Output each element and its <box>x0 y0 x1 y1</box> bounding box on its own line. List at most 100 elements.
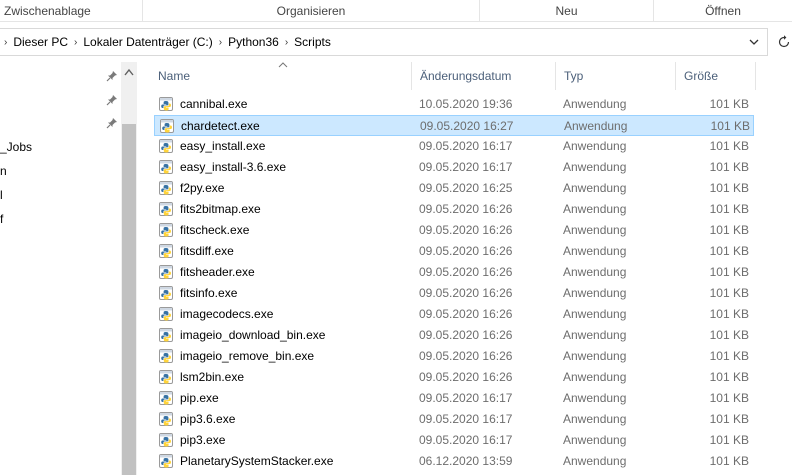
file-size: 101 KB <box>710 119 750 133</box>
column-header-type[interactable]: Typ <box>556 62 676 90</box>
breadcrumb-scripts[interactable]: Scripts <box>294 35 331 49</box>
file-name: easy_install.exe <box>180 139 266 153</box>
file-type: Anwendung <box>563 223 627 237</box>
refresh-icon[interactable] <box>776 34 792 50</box>
file-type: Anwendung <box>563 391 627 405</box>
python-exe-icon <box>159 244 173 258</box>
file-date: 09.05.2020 16:26 <box>419 370 513 384</box>
file-name: pip.exe <box>180 391 219 405</box>
file-row[interactable]: cannibal.exe 10.05.2020 19:36 Anwendung … <box>154 94 754 115</box>
file-name: fitsinfo.exe <box>180 286 238 300</box>
file-row[interactable]: imageio_download_bin.exe 09.05.2020 16:2… <box>154 325 754 346</box>
file-date: 09.05.2020 16:27 <box>420 119 514 133</box>
ribbon-group-new: Neu <box>480 0 654 22</box>
file-row[interactable]: chardetect.exe 09.05.2020 16:27 Anwendun… <box>154 115 754 136</box>
python-exe-icon <box>159 160 173 174</box>
file-row[interactable]: f2py.exe 09.05.2020 16:25 Anwendung 101 … <box>154 178 754 199</box>
file-size: 101 KB <box>709 391 749 405</box>
file-date: 09.05.2020 16:17 <box>419 412 513 426</box>
file-size: 101 KB <box>709 454 749 468</box>
file-row[interactable]: fitsinfo.exe 09.05.2020 16:26 Anwendung … <box>154 283 754 304</box>
file-type: Anwendung <box>563 454 627 468</box>
file-date: 09.05.2020 16:26 <box>419 328 513 342</box>
file-size: 101 KB <box>709 181 749 195</box>
file-type: Anwendung <box>563 181 627 195</box>
file-type: Anwendung <box>563 265 627 279</box>
file-row[interactable]: pip3.exe 09.05.2020 16:17 Anwendung 101 … <box>154 430 754 451</box>
file-size: 101 KB <box>709 265 749 279</box>
file-name: imageio_remove_bin.exe <box>180 349 315 363</box>
file-row[interactable]: fitscheck.exe 09.05.2020 16:26 Anwendung… <box>154 220 754 241</box>
python-exe-icon <box>159 265 173 279</box>
column-header-size[interactable]: Größe <box>676 62 756 90</box>
python-exe-icon <box>160 119 174 133</box>
file-date: 09.05.2020 16:26 <box>419 244 513 258</box>
ribbon-group-organize: Organisieren <box>143 0 480 22</box>
breadcrumb-local-disk[interactable]: Lokaler Datenträger (C:) <box>83 35 212 49</box>
python-exe-icon <box>159 202 173 216</box>
file-date: 09.05.2020 16:26 <box>419 286 513 300</box>
file-type: Anwendung <box>563 160 627 174</box>
breadcrumb-python36[interactable]: Python36 <box>228 35 279 49</box>
scroll-up-arrow-icon[interactable] <box>124 68 134 76</box>
python-exe-icon <box>159 391 173 405</box>
file-row[interactable]: easy_install-3.6.exe 09.05.2020 16:17 An… <box>154 157 754 178</box>
file-row[interactable]: pip3.6.exe 09.05.2020 16:17 Anwendung 10… <box>154 409 754 430</box>
pin-icon[interactable] <box>106 117 118 129</box>
chevron-down-icon[interactable] <box>747 35 761 49</box>
python-exe-icon <box>159 139 173 153</box>
file-date: 09.05.2020 16:17 <box>419 391 513 405</box>
file-name: imageio_download_bin.exe <box>180 328 326 342</box>
file-type: Anwendung <box>563 286 627 300</box>
python-exe-icon <box>159 286 173 300</box>
column-header-row: Name Änderungsdatum Typ Größe <box>150 62 792 90</box>
file-row[interactable]: fitsheader.exe 09.05.2020 16:26 Anwendun… <box>154 262 754 283</box>
address-bar[interactable]: › Dieser PC › Lokaler Datenträger (C:) ›… <box>0 28 768 56</box>
file-name: cannibal.exe <box>180 97 248 111</box>
file-type: Anwendung <box>563 244 627 258</box>
nav-item-l[interactable]: l <box>0 188 3 202</box>
file-name: fits2bitmap.exe <box>180 202 261 216</box>
file-name: fitsheader.exe <box>180 265 255 279</box>
breadcrumb-this-pc[interactable]: Dieser PC <box>13 35 68 49</box>
file-name: imagecodecs.exe <box>180 307 274 321</box>
file-type: Anwendung <box>563 412 627 426</box>
file-date: 09.05.2020 16:26 <box>419 349 513 363</box>
chevron-right-icon[interactable]: › <box>285 37 288 48</box>
column-header-date[interactable]: Änderungsdatum <box>412 62 556 90</box>
file-row[interactable]: imagecodecs.exe 09.05.2020 16:26 Anwendu… <box>154 304 754 325</box>
column-header-name[interactable]: Name <box>150 62 412 90</box>
file-date: 09.05.2020 16:25 <box>419 181 513 195</box>
ribbon-group-clipboard: Zwischenablage <box>0 0 143 22</box>
file-size: 101 KB <box>709 202 749 216</box>
pin-icon[interactable] <box>106 70 118 82</box>
file-type: Anwendung <box>563 328 627 342</box>
file-size: 101 KB <box>709 223 749 237</box>
nav-item-f[interactable]: f <box>0 212 3 226</box>
nav-item-n[interactable]: n <box>0 164 7 178</box>
chevron-right-icon[interactable]: › <box>74 37 77 48</box>
file-row[interactable]: imageio_remove_bin.exe 09.05.2020 16:26 … <box>154 346 754 367</box>
python-exe-icon <box>159 307 173 321</box>
python-exe-icon <box>159 433 173 447</box>
file-size: 101 KB <box>709 370 749 384</box>
pin-icon[interactable] <box>106 94 118 106</box>
file-date: 09.05.2020 16:17 <box>419 433 513 447</box>
file-row[interactable]: fits2bitmap.exe 09.05.2020 16:26 Anwendu… <box>154 199 754 220</box>
file-row[interactable]: lsm2bin.exe 09.05.2020 16:26 Anwendung 1… <box>154 367 754 388</box>
file-type: Anwendung <box>563 307 627 321</box>
file-row[interactable]: pip.exe 09.05.2020 16:17 Anwendung 101 K… <box>154 388 754 409</box>
chevron-right-icon[interactable]: › <box>219 37 222 48</box>
nav-scrollbar[interactable] <box>121 62 137 475</box>
file-name: chardetect.exe <box>181 119 260 133</box>
file-row[interactable]: fitsdiff.exe 09.05.2020 16:26 Anwendung … <box>154 241 754 262</box>
nav-scrollbar-thumb[interactable] <box>122 124 136 475</box>
nav-item-jobs[interactable]: _Jobs <box>0 140 32 154</box>
file-size: 101 KB <box>709 286 749 300</box>
file-name: lsm2bin.exe <box>180 370 245 384</box>
chevron-right-icon[interactable]: › <box>4 37 7 48</box>
file-list: Name Änderungsdatum Typ Größe cannibal.e… <box>150 62 792 475</box>
file-row[interactable]: easy_install.exe 09.05.2020 16:17 Anwend… <box>154 136 754 157</box>
file-type: Anwendung <box>563 370 627 384</box>
file-row[interactable]: PlanetarySystemStacker.exe 06.12.2020 13… <box>154 451 754 472</box>
